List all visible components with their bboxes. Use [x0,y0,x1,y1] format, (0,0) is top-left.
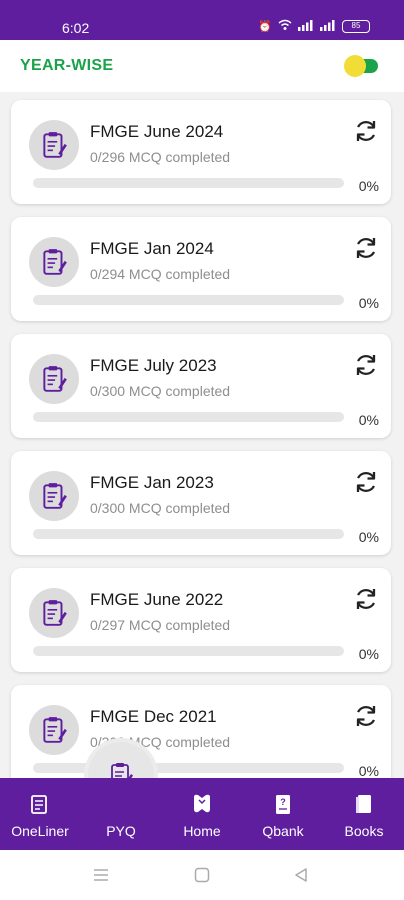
nav-label-home: Home [183,823,221,839]
status-time: 6:02 [62,20,90,36]
wifi-icon [278,19,292,34]
refresh-icon[interactable] [353,352,379,378]
paper-title: FMGE June 2022 [90,590,224,609]
progress-bar [33,763,344,773]
paper-card[interactable]: FMGE Dec 2021 0/300 MCQ completed 0% [11,685,391,778]
progress-bar [33,178,344,188]
nav-item-qbank[interactable]: ? Qbank [243,778,323,850]
svg-text:?: ? [280,797,286,807]
paper-title: FMGE June 2024 [90,122,224,141]
refresh-icon[interactable] [353,235,379,261]
progress-percent: 0% [358,646,379,662]
nav-label-pyq: PYQ [106,823,136,839]
refresh-icon[interactable] [353,118,379,144]
mcq-progress-text: 0/300 MCQ completed [90,500,231,516]
mcq-progress-text: 0/294 MCQ completed [90,266,231,282]
nav-item-books[interactable]: Books [324,778,404,850]
books-icon [356,795,371,813]
refresh-icon[interactable] [353,586,379,612]
nav-item-home[interactable]: Home [162,778,242,850]
home-icon [194,794,210,813]
alarm-icon: ⏰ [258,20,272,33]
clipboard-icon [29,588,79,638]
refresh-icon[interactable] [353,469,379,495]
back-triangle-icon[interactable] [292,866,310,884]
status-bar: 6:02 ⏰ 85 [0,0,404,40]
system-nav-bar [0,850,404,900]
signal-icon-2 [320,19,336,34]
qbank-icon: ? [276,795,290,814]
progress-bar [33,295,344,305]
mcq-progress-text: 0/296 MCQ completed [90,149,231,165]
paper-title: FMGE Jan 2023 [90,473,214,492]
mcq-progress-text: 0/297 MCQ completed [90,617,231,633]
battery-icon: 85 [342,20,370,33]
progress-bar [33,529,344,539]
status-icons: ⏰ 85 [258,19,370,34]
signal-icon [298,19,314,34]
mode-toggle[interactable] [344,55,382,77]
progress-bar [33,412,344,422]
paper-card[interactable]: FMGE July 2023 0/300 MCQ completed 0% [11,334,391,438]
progress-bar [33,646,344,656]
nav-item-pyq[interactable]: PYQ [81,778,161,850]
clipboard-icon [29,471,79,521]
clipboard-icon [29,120,79,170]
paper-list[interactable]: FMGE June 2024 0/296 MCQ completed 0% FMGE … [0,92,404,778]
menu-icon[interactable] [92,866,110,884]
oneliner-icon [31,795,47,814]
nav-label-books: Books [344,823,384,839]
paper-card[interactable]: FMGE Jan 2023 0/300 MCQ completed 0% [11,451,391,555]
nav-item-oneliner[interactable]: OneLiner [0,778,80,850]
progress-percent: 0% [358,412,379,428]
clipboard-icon [29,237,79,287]
paper-card[interactable]: FMGE June 2024 0/296 MCQ completed 0% [11,100,391,204]
clipboard-icon [29,354,79,404]
nav-label-oneliner: OneLiner [11,823,69,839]
paper-title: FMGE Dec 2021 [90,707,217,726]
progress-percent: 0% [358,763,379,778]
paper-title: FMGE Jan 2024 [90,239,214,258]
paper-card[interactable]: FMGE June 2022 0/297 MCQ completed 0% [11,568,391,672]
progress-percent: 0% [358,178,379,194]
progress-percent: 0% [358,529,379,545]
paper-card[interactable]: FMGE Jan 2024 0/294 MCQ completed 0% [11,217,391,321]
refresh-icon[interactable] [353,703,379,729]
nav-label-qbank: Qbank [262,823,304,839]
toggle-knob [344,55,366,77]
home-square-icon[interactable] [193,866,211,884]
mcq-progress-text: 0/300 MCQ completed [90,383,231,399]
paper-title: FMGE July 2023 [90,356,217,375]
page-title: YEAR-WISE [20,57,114,74]
clipboard-icon [29,705,79,755]
progress-percent: 0% [358,295,379,311]
bottom-nav: OneLiner PYQ Home ? Qbank Books [0,778,404,850]
header: YEAR-WISE [0,40,404,92]
